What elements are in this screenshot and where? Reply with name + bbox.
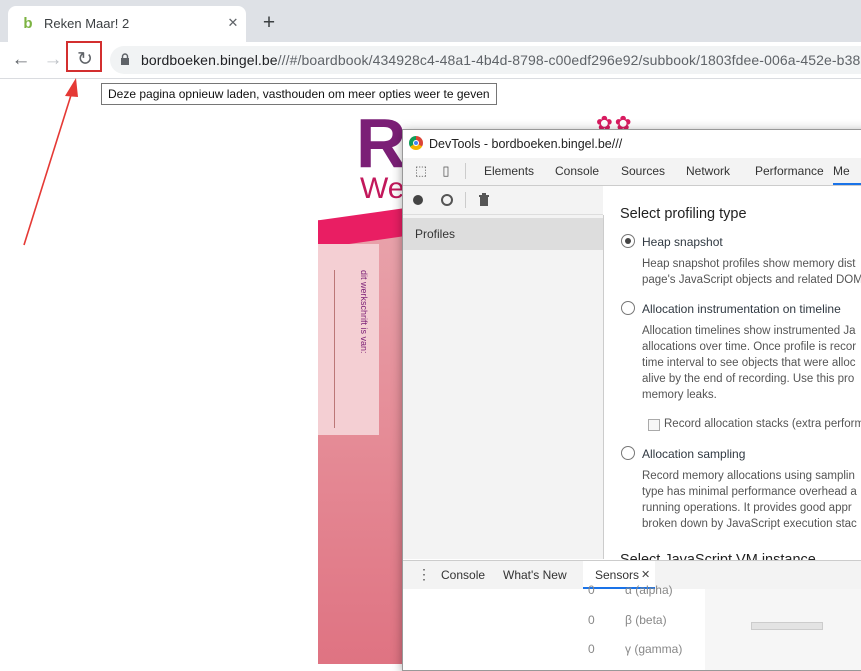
- sensors-tab-label: Sensors: [595, 568, 640, 582]
- close-sensors-icon[interactable]: ✕: [641, 568, 650, 581]
- new-tab-button[interactable]: +: [258, 12, 280, 34]
- profiling-panel: Select profiling type Heap snapshot Heap…: [604, 186, 861, 560]
- book-title-letter: R: [356, 104, 407, 182]
- url-text: bordboeken.bingel.be///#/boardbook/43492…: [141, 52, 860, 68]
- profiling-heading: Select profiling type: [620, 206, 747, 222]
- reload-tooltip: Deze pagina opnieuw laden, vasthouden om…: [101, 83, 497, 105]
- tab-network[interactable]: Network: [686, 158, 730, 185]
- option-desc-line: memory leaks.: [642, 389, 717, 401]
- profiles-label: Profiles: [415, 227, 456, 241]
- profiles-sidebar: Profiles: [403, 215, 604, 559]
- bingel-favicon-icon: b: [23, 15, 33, 32]
- record-icon[interactable]: [413, 195, 423, 205]
- book-logo-decoration: ✿✿: [596, 113, 634, 135]
- name-line: [334, 270, 335, 428]
- trash-icon[interactable]: [478, 193, 490, 207]
- option-desc-line: page's JavaScript objects and related DO…: [642, 274, 861, 286]
- browser-tab[interactable]: b Reken Maar! 2 ✕: [8, 6, 246, 42]
- record-stacks-checkbox[interactable]: [648, 419, 660, 431]
- option-desc-line: running operations. It provides good app…: [642, 502, 852, 514]
- alpha-label: α (alpha): [625, 583, 673, 597]
- devtools-title: DevTools - bordboeken.bingel.be///: [429, 137, 623, 151]
- back-button[interactable]: ←: [8, 47, 34, 73]
- drawer-tab-whats-new[interactable]: What's New: [503, 568, 567, 582]
- option-label-heap-snapshot: Heap snapshot: [642, 235, 723, 249]
- inspect-element-icon[interactable]: ⬚: [413, 163, 429, 179]
- close-tab-icon[interactable]: ✕: [224, 14, 242, 32]
- chrome-icon: [409, 136, 423, 150]
- radio-heap-snapshot[interactable]: [621, 234, 635, 248]
- option-desc-line: Allocation timelines show instrumented J…: [642, 325, 856, 337]
- address-bar[interactable]: bordboeken.bingel.be///#/boardbook/43492…: [110, 46, 861, 74]
- clear-icon[interactable]: [441, 194, 453, 206]
- option-label-allocation-timeline: Allocation instrumentation on timeline: [642, 302, 841, 316]
- option-desc-line: allocations over time. Once profile is r…: [642, 341, 857, 353]
- tab-sources[interactable]: Sources: [621, 158, 665, 185]
- vm-instance-heading: Select JavaScript VM instance: [620, 552, 816, 560]
- option-desc-line: time interval to see objects that were a…: [642, 357, 856, 369]
- url-path: ///#/boardbook/434928c4-48a1-4b4d-8798-c…: [277, 52, 861, 68]
- toolbar-divider: [465, 192, 466, 208]
- toolbar-divider: [465, 163, 466, 179]
- devtools-window: DevTools - bordboeken.bingel.be/// ⬚ ▯ E…: [402, 129, 861, 671]
- beta-label: β (beta): [625, 613, 667, 627]
- tab-console[interactable]: Console: [555, 158, 599, 185]
- radio-allocation-timeline[interactable]: [621, 301, 635, 315]
- record-stacks-label: Record allocation stacks (extra perform: [664, 418, 861, 430]
- lock-icon: [121, 53, 129, 65]
- drawer-tab-console[interactable]: Console: [441, 568, 485, 582]
- gamma-value: 0: [588, 642, 595, 656]
- radio-allocation-sampling[interactable]: [621, 446, 635, 460]
- option-desc-line: Heap snapshot profiles show memory dist: [642, 258, 856, 270]
- option-desc-line: alive by the end of recording. Use this …: [642, 373, 855, 385]
- gamma-label: γ (gamma): [625, 642, 683, 656]
- forward-button[interactable]: →: [40, 47, 66, 73]
- option-desc-line: broken down by JavaScript execution stac: [642, 518, 857, 530]
- device-model[interactable]: [751, 622, 823, 630]
- devtools-tabbar: ⬚ ▯ Elements Console Sources Network Per…: [403, 158, 861, 186]
- orientation-preview: [705, 589, 861, 670]
- option-desc-line: Record memory allocations using samplin: [642, 470, 855, 482]
- drawer-menu-icon[interactable]: ⋮: [417, 567, 431, 581]
- sidebar-item-profiles[interactable]: Profiles: [403, 218, 603, 250]
- tab-performance[interactable]: Performance: [755, 158, 824, 185]
- book-subtitle-fragment: We: [360, 172, 405, 205]
- tab-elements[interactable]: Elements: [484, 158, 534, 185]
- reload-highlight-box: [66, 41, 102, 72]
- alpha-value: 0: [588, 583, 595, 597]
- profiles-toolbar: [403, 186, 603, 215]
- tab-memory[interactable]: Me: [833, 158, 861, 185]
- sensors-panel: 0 α (alpha) 0 β (beta) 0 γ (gamma): [403, 583, 861, 670]
- url-host: bordboeken.bingel.be: [141, 52, 278, 68]
- device-toolbar-icon[interactable]: ▯: [438, 163, 454, 179]
- option-desc-line: type has minimal performance overhead a: [642, 486, 857, 498]
- tab-strip: b Reken Maar! 2 ✕ +: [0, 0, 861, 42]
- tab-title: Reken Maar! 2: [44, 16, 130, 31]
- beta-value: 0: [588, 613, 595, 627]
- devtools-titlebar: DevTools - bordboeken.bingel.be///: [403, 130, 861, 158]
- option-label-allocation-sampling: Allocation sampling: [642, 447, 746, 461]
- cover-panel-text: dit werkschrift is van:: [359, 270, 369, 354]
